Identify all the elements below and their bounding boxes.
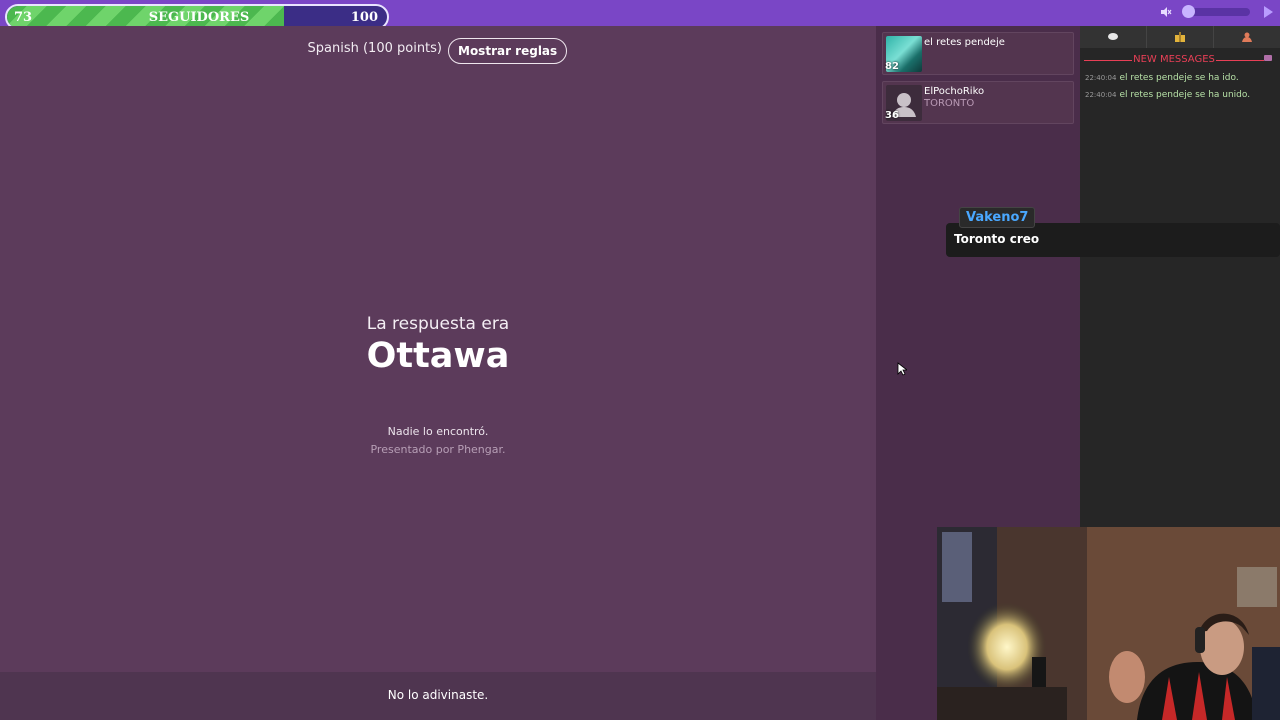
show-rules-button[interactable]: Mostrar reglas xyxy=(448,38,568,64)
new-messages-divider: NEW MESSAGES xyxy=(1084,54,1264,65)
footer-status: No lo adivinaste. xyxy=(387,688,489,702)
chat-tabs xyxy=(1080,26,1280,48)
chat-timestamp: 22:40:04 xyxy=(1085,91,1117,99)
tab-users[interactable] xyxy=(1213,26,1279,48)
player-guess: TORONTO xyxy=(924,98,975,109)
chat-text: el retes pendeje se ha ido. xyxy=(1119,73,1239,83)
player-score: 82 xyxy=(885,61,899,72)
player-card[interactable]: 82 el retes pendeje xyxy=(882,32,1074,75)
game-area: Spanish (100 points) Mostrar reglas La r… xyxy=(0,26,876,720)
user-icon xyxy=(1241,32,1252,42)
chat-message: 22:40:04 el retes pendeje se ha ido. xyxy=(1085,73,1239,83)
volume-knob[interactable] xyxy=(1182,5,1195,18)
answer-caption: La respuesta era xyxy=(366,314,510,334)
tab-gifts[interactable] xyxy=(1146,26,1212,48)
player-name: el retes pendeje xyxy=(924,37,1005,48)
player-card[interactable]: 36 ElPochoRiko TORONTO xyxy=(882,81,1074,124)
overlay-chat-bubble: Toronto creo xyxy=(946,223,1280,257)
chat-bubble-icon xyxy=(1108,33,1118,40)
chat-message: 22:40:04 el retes pendeje se ha unido. xyxy=(1085,90,1250,100)
volume-slider[interactable] xyxy=(1182,5,1250,18)
gift-icon xyxy=(1174,32,1185,42)
tab-chat[interactable] xyxy=(1080,26,1146,48)
chat-notification-icon xyxy=(1264,55,1272,61)
player-name: ElPochoRiko xyxy=(924,86,985,97)
overlay-chat-message: Toronto creo xyxy=(954,232,1040,246)
chat-text: el retes pendeje se ha unido. xyxy=(1119,90,1251,100)
mute-icon[interactable] xyxy=(1160,6,1172,18)
language-label: Spanish (100 points) xyxy=(307,41,442,56)
footer-bar: No lo adivinaste. xyxy=(0,672,876,720)
webcam-image xyxy=(937,527,1280,720)
chat-panel: NEW MESSAGES 22:40:04 el retes pendeje se… xyxy=(1080,26,1280,528)
chat-timestamp: 22:40:04 xyxy=(1085,74,1117,82)
player-score: 36 xyxy=(885,110,899,121)
webcam-feed xyxy=(937,527,1280,720)
play-icon[interactable] xyxy=(1262,5,1274,19)
answer-text: Ottawa xyxy=(366,336,510,376)
cursor-arrow-icon xyxy=(897,362,907,376)
goal-target-count: 100 xyxy=(350,10,378,25)
overlay-chat-username: Vakeno7 xyxy=(959,207,1036,228)
presented-by-text: Presentado por Phengar. xyxy=(370,443,506,456)
result-text: Nadie lo encontró. xyxy=(387,425,489,438)
goal-label: SEGUIDORES xyxy=(148,10,250,25)
